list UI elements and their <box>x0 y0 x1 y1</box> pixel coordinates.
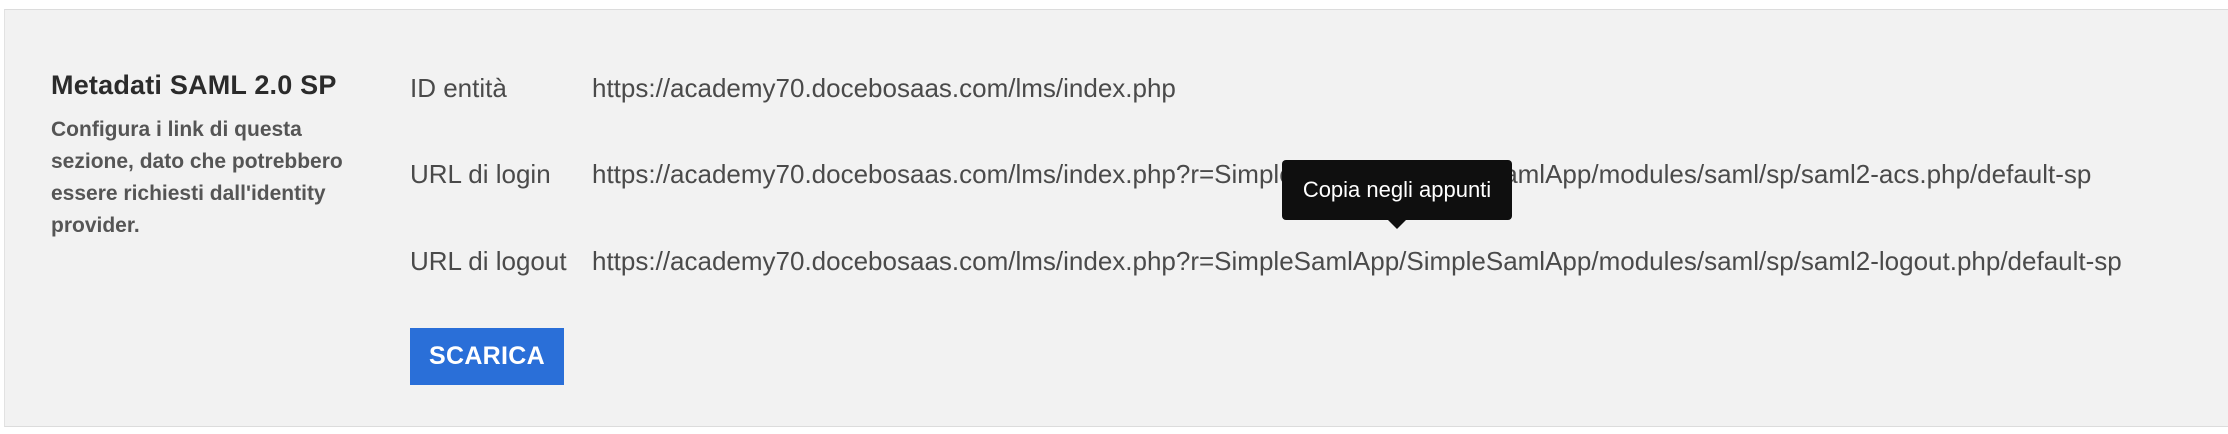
login-url-label: URL di login <box>410 159 551 189</box>
tooltip-arrow <box>1387 219 1407 229</box>
section-description: Configura i link di questa sezione, dato… <box>51 118 343 237</box>
entity-id-value[interactable]: https://academy70.docebosaas.com/lms/ind… <box>592 73 1176 104</box>
download-button[interactable]: SCARICA <box>410 328 564 385</box>
logout-url-label: URL di logout <box>410 246 567 276</box>
copy-to-clipboard-tooltip: Copia negli appunti <box>1282 160 1512 220</box>
logout-url-value[interactable]: https://academy70.docebosaas.com/lms/ind… <box>592 246 2122 277</box>
saml-metadata-panel: Metadati SAML 2.0 SP Configura i link di… <box>4 9 2228 427</box>
section-title: Metadati SAML 2.0 SP <box>51 70 337 100</box>
entity-id-label: ID entità <box>410 73 507 103</box>
